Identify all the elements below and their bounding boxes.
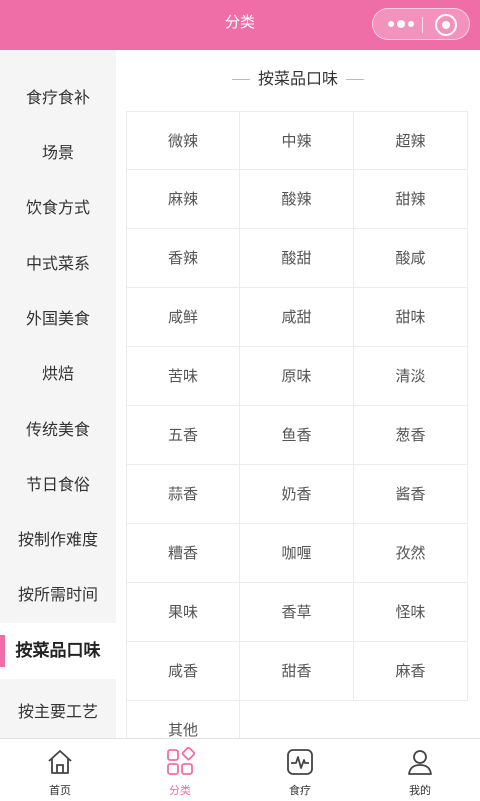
flavor-item[interactable]: 酸咸 (354, 229, 468, 288)
tab-label: 首页 (49, 784, 71, 797)
sidebar-item[interactable]: 场景 (0, 125, 116, 181)
more-menu-icon[interactable] (383, 9, 419, 39)
sidebar-item[interactable]: 按主要工艺 (0, 684, 116, 738)
tab-label: 我的 (409, 784, 431, 797)
flavor-item[interactable]: 麻香 (354, 642, 468, 701)
heartbeat-icon (287, 749, 313, 775)
sidebar-item[interactable]: 传统美食 (0, 402, 116, 458)
flavor-item[interactable]: 超辣 (354, 111, 468, 170)
flavor-item[interactable]: 五香 (126, 406, 240, 465)
flavor-item[interactable]: 葱香 (354, 406, 468, 465)
flavor-item[interactable]: 蒜香 (126, 465, 240, 524)
flavor-item[interactable]: 甜辣 (354, 170, 468, 229)
bottom-tab-bar: 首页 分类 食疗 我的 (0, 738, 480, 800)
flavor-item[interactable]: 酸甜 (240, 229, 354, 288)
sidebar-item[interactable]: 外国美食 (0, 291, 116, 347)
flavor-item[interactable]: 酸辣 (240, 170, 354, 229)
sidebar-item[interactable]: 中式菜系 (0, 236, 116, 292)
flavor-item[interactable]: 怪味 (354, 583, 468, 642)
title-line-left (231, 79, 250, 80)
flavor-item[interactable]: 咸鲜 (126, 288, 240, 347)
flavor-item[interactable]: 鱼香 (240, 406, 354, 465)
sidebar-item[interactable]: 按制作难度 (0, 512, 116, 568)
flavor-item[interactable]: 原味 (240, 347, 354, 406)
flavor-item[interactable]: 其他 (126, 701, 240, 738)
category-content: 按菜品口味 微辣 中辣 超辣 麻辣 酸辣 甜辣 香辣 酸甜 酸咸 咸鲜 咸甜 甜… (116, 50, 480, 738)
category-icon (167, 747, 195, 775)
title-bar: 分类 (0, 0, 480, 50)
flavor-item[interactable]: 麻辣 (126, 170, 240, 229)
flavor-item[interactable]: 香草 (240, 583, 354, 642)
title-line-right (346, 79, 364, 80)
flavor-item[interactable]: 香辣 (126, 229, 240, 288)
flavor-item[interactable]: 果味 (126, 583, 240, 642)
sidebar-item[interactable]: 按所需时间 (0, 567, 116, 623)
sidebar-item[interactable]: 食疗食补 (0, 70, 116, 126)
tab-label: 食疗 (289, 784, 311, 797)
sidebar-item[interactable]: 饮食方式 (0, 180, 116, 236)
tab-category[interactable]: 分类 (120, 739, 240, 801)
sidebar-item-active[interactable]: 按菜品口味 (0, 623, 116, 679)
category-sidebar: 食疗食补 场景 饮食方式 中式菜系 外国美食 烘焙 传统美食 节日食俗 按制作难… (0, 50, 116, 738)
flavor-item[interactable]: 咖喱 (240, 524, 354, 583)
flavor-item[interactable]: 甜味 (354, 288, 468, 347)
flavor-item[interactable]: 孜然 (354, 524, 468, 583)
mini-program-capsule (372, 8, 470, 40)
home-icon (48, 750, 72, 774)
tab-label: 分类 (169, 784, 191, 797)
flavor-item[interactable]: 咸甜 (240, 288, 354, 347)
flavor-item[interactable]: 中辣 (240, 111, 354, 170)
sidebar-item[interactable]: 节日食俗 (0, 457, 116, 513)
user-icon (408, 750, 432, 775)
tab-home[interactable]: 首页 (0, 739, 120, 801)
section-title-text: 按菜品口味 (257, 69, 338, 88)
flavor-item[interactable]: 酱香 (354, 465, 468, 524)
flavor-item[interactable]: 微辣 (126, 111, 240, 170)
flavor-item[interactable]: 清淡 (354, 347, 468, 406)
close-target-icon[interactable] (435, 14, 457, 36)
capsule-divider (422, 17, 423, 33)
tab-mine[interactable]: 我的 (360, 739, 480, 801)
tab-therapy[interactable]: 食疗 (240, 739, 360, 801)
section-title: 按菜品口味 (116, 64, 480, 94)
flavor-item[interactable]: 苦味 (126, 347, 240, 406)
sidebar-item[interactable]: 烘焙 (0, 346, 116, 402)
flavor-item[interactable]: 奶香 (240, 465, 354, 524)
flavor-item[interactable]: 甜香 (240, 642, 354, 701)
flavor-item[interactable]: 糟香 (126, 524, 240, 583)
flavor-item[interactable]: 咸香 (126, 642, 240, 701)
